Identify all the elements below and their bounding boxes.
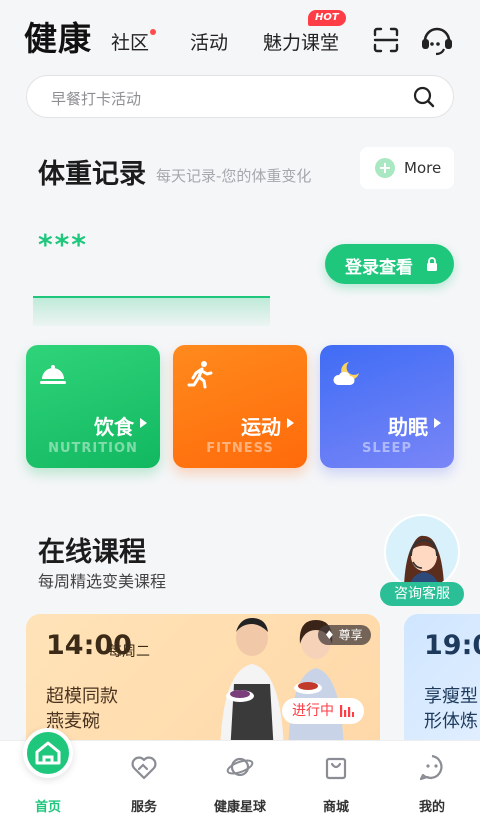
- home-icon: [35, 741, 61, 765]
- course-time: 19:00: [424, 630, 480, 661]
- scan-icon: [373, 27, 399, 53]
- sleep-label: 助眠: [388, 415, 428, 439]
- nutrition-card[interactable]: 饮食 NUTRITION: [26, 345, 160, 468]
- tab-health-planet-label: 健康星球: [213, 800, 266, 815]
- more-button[interactable]: + More: [360, 147, 454, 189]
- courses-section-subtitle: 每周精选变美课程: [38, 572, 167, 591]
- login-to-view-button[interactable]: 登录查看: [325, 244, 454, 284]
- fitness-label: 运动: [241, 415, 281, 439]
- floating-customer-service[interactable]: 咨询客服: [380, 514, 464, 606]
- course-card[interactable]: 19:00 享瘦型 形体炼: [404, 614, 480, 754]
- hot-badge: HOT: [308, 10, 346, 26]
- nutrition-en-label: NUTRITION: [48, 441, 138, 456]
- nutrition-label: 饮食: [94, 415, 134, 439]
- agent-avatar: [384, 514, 460, 590]
- weight-masked-value: ***: [38, 228, 88, 261]
- tab-mall[interactable]: 商城: [288, 741, 384, 820]
- customer-service-button[interactable]: [420, 24, 454, 56]
- weight-section-subtitle: 每天记录-您的体重变化: [156, 167, 312, 185]
- fitness-card[interactable]: 运动 FITNESS: [173, 345, 307, 468]
- shopping-bag-icon: [325, 757, 347, 780]
- search-input[interactable]: 早餐打卡活动: [51, 88, 141, 109]
- fitness-en-label: FITNESS: [206, 441, 274, 456]
- courses-section-title: 在线课程: [38, 537, 146, 568]
- tab-mine-label: 我的: [418, 800, 445, 815]
- tab-service[interactable]: 服务: [96, 741, 192, 820]
- vip-badge: ♦ 尊享: [318, 625, 371, 645]
- sleep-en-label: SLEEP: [362, 441, 412, 456]
- course-card[interactable]: 14:00 每周二 超模同款 燕麦碗 ♦ 尊享 进行中: [26, 614, 380, 754]
- running-icon: [187, 361, 213, 389]
- arrow-right-icon: [287, 418, 294, 428]
- live-bars-icon: [340, 705, 354, 717]
- profile-face-icon: [419, 754, 443, 781]
- top-nav: 健康 社区 活动 魅力课堂 HOT: [0, 0, 480, 72]
- login-button-label: 登录查看: [345, 258, 413, 278]
- more-label: More: [404, 159, 442, 177]
- tab-home-label: 首页: [34, 800, 61, 815]
- course-name-line1: 享瘦型: [424, 686, 478, 707]
- notification-dot: [150, 29, 156, 35]
- plus-icon: +: [375, 158, 395, 178]
- headset-icon: [422, 27, 452, 56]
- course-name-line2: 形体炼: [424, 711, 478, 732]
- search-icon[interactable]: [413, 86, 435, 108]
- moon-cloud-icon: [333, 362, 359, 385]
- agent-avatar-illustration: [404, 535, 444, 588]
- bottom-tab-bar: 首页 服务 健康星球 商城 我的: [0, 728, 480, 820]
- live-status-badge: 进行中: [282, 698, 364, 724]
- search-bar[interactable]: 早餐打卡活动: [26, 75, 454, 118]
- planet-icon: [226, 757, 254, 777]
- tab-service-label: 服务: [130, 800, 157, 815]
- heart-hands-icon: [131, 756, 157, 780]
- tab-activities[interactable]: 活动: [190, 28, 228, 55]
- tab-health-planet[interactable]: 健康星球: [192, 741, 288, 820]
- weight-section-title: 体重记录: [38, 159, 146, 190]
- customer-service-label: 咨询客服: [380, 582, 464, 606]
- arrow-right-icon: [434, 418, 441, 428]
- home-bubble: [23, 728, 73, 778]
- lock-icon: [427, 257, 437, 271]
- tab-mine[interactable]: 我的: [384, 741, 480, 820]
- sleep-card[interactable]: 助眠 SLEEP: [320, 345, 454, 468]
- tab-home[interactable]: 首页: [0, 728, 96, 820]
- course-day: 每周二: [108, 644, 150, 660]
- weight-chart-area: [33, 298, 270, 326]
- food-cloche-icon: [40, 365, 66, 384]
- live-status-label: 进行中: [292, 703, 334, 719]
- tab-community[interactable]: 社区: [111, 28, 149, 55]
- tab-charm-class[interactable]: 魅力课堂: [263, 28, 339, 55]
- scan-button[interactable]: [372, 26, 400, 54]
- vip-badge-label: 尊享: [338, 628, 363, 642]
- course-name-line1: 超模同款: [46, 686, 118, 707]
- brand-title: 健康: [24, 19, 92, 58]
- arrow-right-icon: [140, 418, 147, 428]
- tab-mall-label: 商城: [322, 800, 349, 815]
